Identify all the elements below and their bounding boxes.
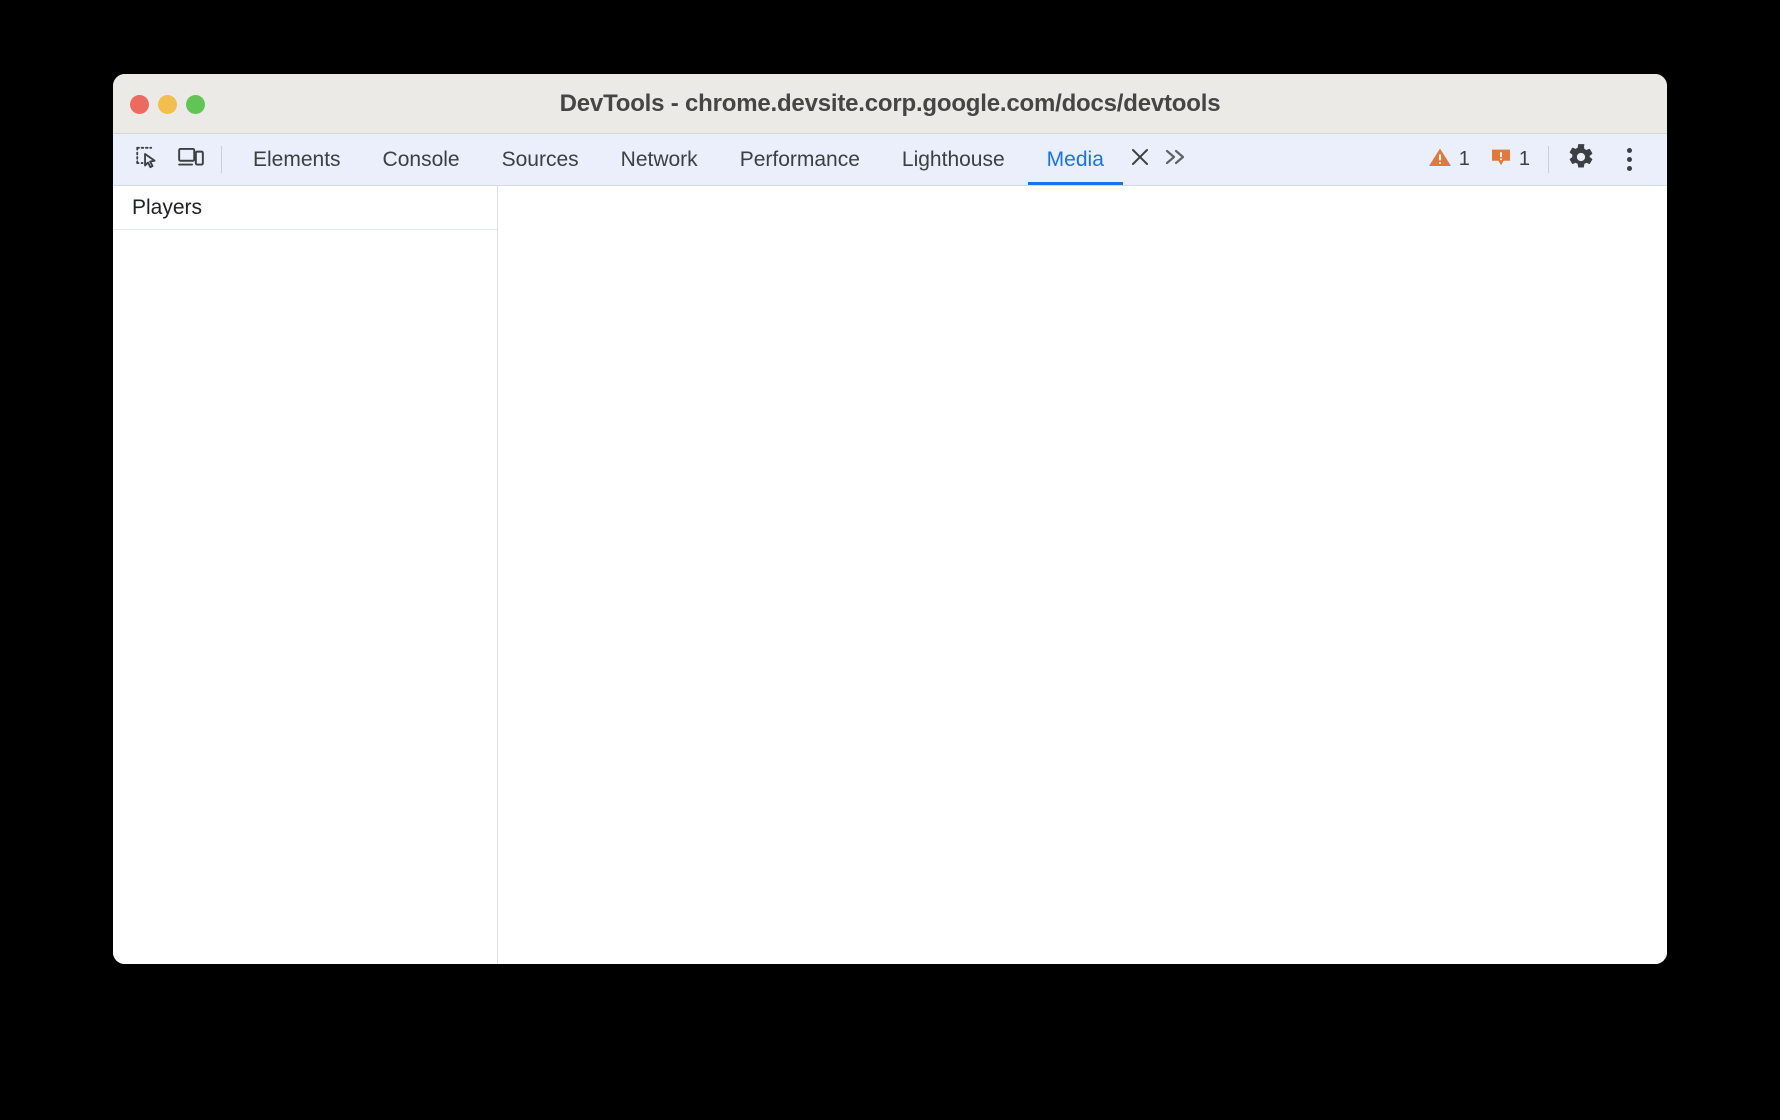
players-list[interactable]	[113, 230, 497, 964]
players-sidebar: Players	[113, 186, 498, 964]
devtools-toolbar: Elements Console Sources Network Perform…	[113, 134, 1667, 186]
tab-media[interactable]: Media	[1026, 134, 1125, 185]
warnings-count: 1	[1458, 148, 1470, 170]
minimize-window-button[interactable]	[158, 94, 177, 114]
tab-console[interactable]: Console	[362, 134, 481, 185]
issues-count: 1	[1518, 148, 1530, 170]
player-details-pane	[498, 186, 1667, 964]
toggle-device-toolbar-button[interactable]	[169, 134, 213, 185]
toolbar-right-divider	[1548, 146, 1549, 173]
tab-performance[interactable]: Performance	[719, 134, 881, 185]
close-icon	[1129, 146, 1151, 173]
close-tab-button[interactable]	[1125, 134, 1155, 185]
tab-lighthouse[interactable]: Lighthouse	[881, 134, 1026, 185]
panel-tabs: Elements Console Sources Network Perform…	[232, 134, 1197, 185]
chevron-double-right-icon	[1163, 146, 1189, 173]
issues-counter[interactable]: 1	[1480, 134, 1540, 185]
device-toolbar-icon	[177, 144, 205, 175]
maximize-window-button[interactable]	[186, 94, 205, 114]
window-titlebar: DevTools - chrome.devsite.corp.google.co…	[113, 74, 1667, 134]
desktop-background: DevTools - chrome.devsite.corp.google.co…	[0, 0, 1780, 1120]
kebab-menu-icon	[1626, 148, 1632, 171]
window-controls	[130, 74, 205, 134]
toolbar-right-group: 1 1	[1418, 134, 1667, 185]
window-title: DevTools - chrome.devsite.corp.google.co…	[559, 89, 1221, 117]
media-panel: Players	[113, 186, 1667, 964]
inspect-element-icon	[134, 144, 160, 175]
more-options-button[interactable]	[1605, 134, 1653, 185]
tab-sources[interactable]: Sources	[481, 134, 600, 185]
more-panels-button[interactable]	[1155, 134, 1197, 185]
settings-button[interactable]	[1557, 134, 1605, 185]
tab-network[interactable]: Network	[600, 134, 719, 185]
tab-elements[interactable]: Elements	[232, 134, 362, 185]
close-window-button[interactable]	[130, 94, 149, 114]
players-header: Players	[113, 186, 497, 230]
issue-bubble-icon	[1490, 146, 1512, 174]
warning-triangle-icon	[1428, 146, 1452, 174]
warnings-counter[interactable]: 1	[1418, 134, 1480, 185]
inspect-element-button[interactable]	[125, 134, 169, 185]
devtools-window: DevTools - chrome.devsite.corp.google.co…	[113, 74, 1667, 964]
toolbar-divider	[221, 146, 222, 173]
gear-icon	[1567, 143, 1595, 176]
